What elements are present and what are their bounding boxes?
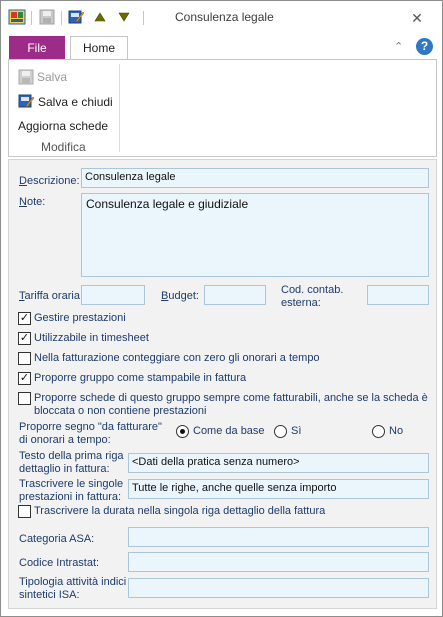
intrastat-label: Codice Intrastat:: [19, 557, 100, 569]
save-close-button[interactable]: Salva e chiudi: [18, 93, 113, 110]
cod-contab-input[interactable]: [367, 285, 429, 305]
note-textarea[interactable]: Consulenza legale e giudiziale: [81, 193, 429, 277]
save-close-icon: [18, 94, 35, 108]
up-arrow-icon[interactable]: [90, 7, 110, 27]
budget-label: Budget:: [161, 290, 199, 302]
save-icon[interactable]: [37, 7, 57, 27]
checkbox-box[interactable]: [18, 392, 31, 405]
save-close-label: Salva e chiudi: [38, 94, 113, 109]
save-label: Salva: [37, 70, 68, 84]
checkbox-box[interactable]: [18, 352, 31, 365]
checkbox-gestire-prestazioni[interactable]: ✓ Gestire prestazioni: [18, 312, 126, 325]
form-panel: Descrizione: Consulenza legale Note: Con…: [8, 159, 437, 609]
checkbox-box[interactable]: ✓: [18, 332, 31, 345]
ribbon-group-divider: [119, 64, 120, 152]
radio-circle[interactable]: [176, 425, 189, 438]
categoria-asa-select[interactable]: [128, 527, 429, 547]
segno-label: Proporre segno "da fatturare" di onorari…: [19, 421, 162, 446]
checkbox-box[interactable]: ✓: [18, 372, 31, 385]
prima-riga-label: Testo della prima riga dettaglio in fatt…: [19, 450, 124, 475]
close-button[interactable]: ✕: [405, 8, 429, 28]
cod-contab-label: Cod. contab. esterna:: [281, 284, 344, 309]
prima-riga-select[interactable]: <Dati della pratica senza numero>: [128, 453, 429, 473]
checkbox-conteggiare-zero[interactable]: Nella fatturazione conteggiare con zero …: [18, 352, 320, 365]
intrastat-select[interactable]: [128, 552, 429, 572]
refresh-label: Aggiorna schede: [18, 119, 109, 133]
tariffa-label: Tariffa oraria: [19, 290, 80, 302]
radio-circle[interactable]: [372, 425, 385, 438]
radio-circle[interactable]: [274, 425, 287, 438]
ribbon-panel: Salva Salva e chiudi Aggiorna schede Mod…: [8, 59, 437, 157]
checkbox-trascrivere-durata[interactable]: Trascrivere la durata nella singola riga…: [18, 505, 325, 518]
note-label: Note:: [19, 196, 46, 208]
window: Consulenza legale ✕ File Home ⌃ ? Salva …: [0, 0, 443, 617]
tipologia-isa-select[interactable]: [128, 578, 429, 598]
refresh-button[interactable]: Aggiorna schede: [18, 119, 108, 133]
ribbon-group-label: Modifica: [41, 140, 86, 154]
singole-select[interactable]: Tutte le righe, anche quelle senza impor…: [128, 479, 429, 499]
tariffa-input[interactable]: [81, 285, 145, 305]
help-icon[interactable]: ?: [416, 38, 433, 55]
tipologia-isa-label: Tipologia attività indici sintetici ISA:: [19, 576, 127, 601]
radio-come-da-base[interactable]: Come da base: [176, 425, 265, 438]
categoria-asa-label: Categoria ASA:: [19, 533, 95, 545]
radio-no[interactable]: No: [372, 425, 403, 438]
budget-input[interactable]: [204, 285, 266, 305]
descrizione-input[interactable]: Consulenza legale: [81, 168, 429, 188]
tab-home[interactable]: Home: [70, 36, 128, 61]
edit-icon[interactable]: [66, 7, 86, 27]
tab-file[interactable]: File: [9, 36, 65, 61]
descrizione-label: Descrizione:: [19, 175, 80, 187]
window-title: Consulenza legale: [175, 10, 274, 24]
checkbox-box[interactable]: ✓: [18, 312, 31, 325]
collapse-ribbon-icon[interactable]: ⌃: [394, 40, 403, 53]
checkbox-box[interactable]: [18, 505, 31, 518]
title-bar: Consulenza legale ✕: [1, 1, 442, 33]
radio-si[interactable]: Sì: [274, 425, 301, 438]
checkbox-utilizzabile-timesheet[interactable]: ✓ Utilizzabile in timesheet: [18, 332, 149, 345]
ribbon-tabs: File Home ⌃ ?: [1, 34, 442, 61]
app-icon[interactable]: [7, 7, 27, 27]
save-button[interactable]: Salva: [18, 69, 67, 85]
checkbox-stampabile-fattura[interactable]: ✓ Proporre gruppo come stampabile in fat…: [18, 372, 246, 385]
checkbox-sempre-fatturabili[interactable]: Proporre schede di questo gruppo sempre …: [18, 392, 430, 418]
singole-label: Trascrivere le singole prestazioni in fa…: [19, 478, 124, 503]
down-arrow-icon[interactable]: [114, 7, 134, 27]
save-icon: [18, 69, 34, 85]
